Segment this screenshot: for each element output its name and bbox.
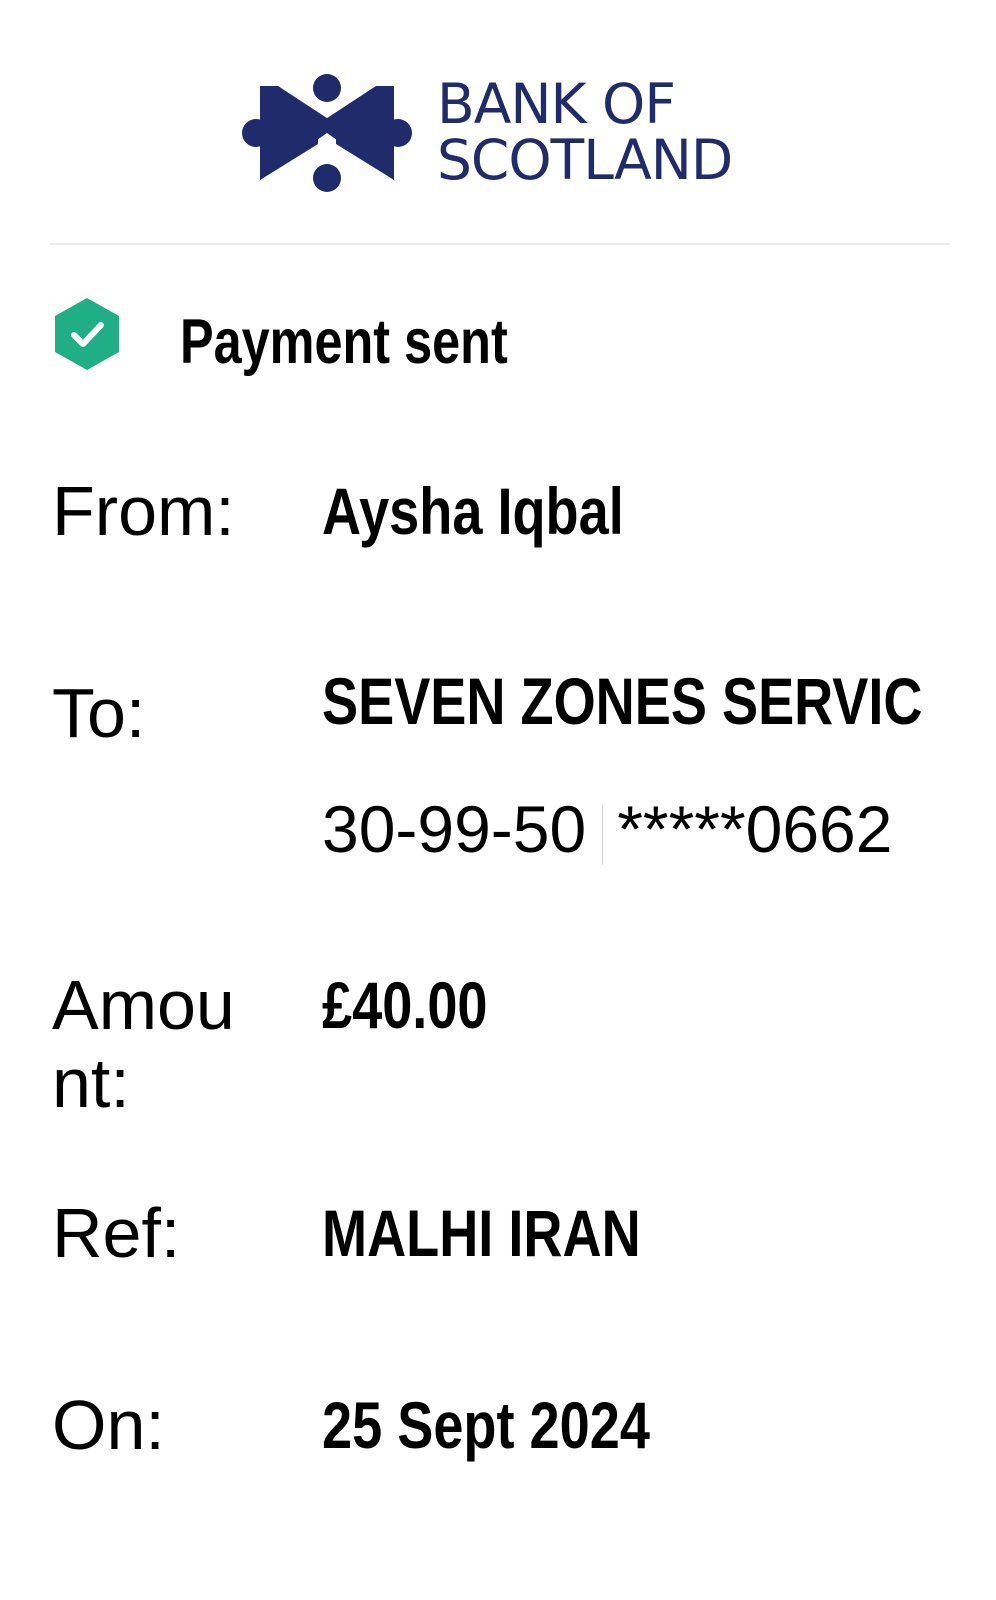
payment-status: Payment sent	[52, 296, 952, 377]
to-label: To:	[52, 674, 146, 752]
on-value: 25 Sept 2024	[322, 1388, 650, 1462]
header-divider	[50, 243, 950, 245]
amount-value: £40.00	[322, 968, 488, 1042]
ref-value: MALHI IRAN	[322, 1196, 641, 1270]
bank-name-line1: BANK OF	[437, 72, 676, 136]
bank-name-line2: SCOTLAND	[437, 128, 733, 192]
to-value: SEVEN ZONES SERVIC	[322, 664, 923, 738]
ref-label: Ref:	[52, 1194, 181, 1272]
account-number: *****0662	[617, 792, 893, 866]
payment-status-text: Payment sent	[180, 307, 508, 377]
bank-logo-text: BANK OF SCOTLAND	[437, 72, 733, 192]
amount-label: Amount:	[52, 966, 235, 1122]
saltire-logo-icon	[242, 74, 412, 192]
check-shield-icon	[55, 298, 119, 370]
account-details: 30-99-50 *****0662	[322, 790, 892, 868]
sort-code: 30-99-50	[322, 792, 587, 866]
from-label: From:	[52, 472, 235, 550]
on-label: On:	[52, 1386, 165, 1464]
account-separator	[602, 804, 604, 865]
header: BANK OF SCOTLAND	[0, 0, 996, 240]
from-value: Aysha Iqbal	[322, 474, 624, 548]
